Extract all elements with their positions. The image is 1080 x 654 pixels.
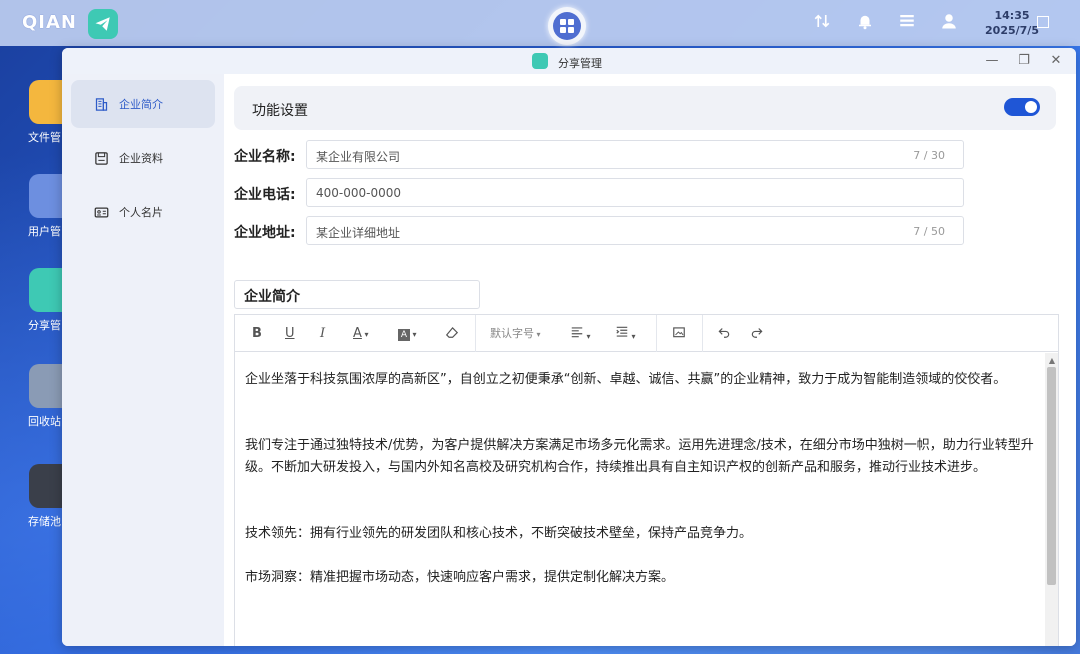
intro-title-input[interactable]: 企业简介 (234, 280, 480, 309)
sidebar-item-company-intro[interactable]: 企业简介 (71, 80, 215, 128)
window-title: 分享管理 (558, 57, 602, 70)
font-size-label: 默认字号 (490, 327, 534, 340)
editor-paragraph: 我们专注于通过独特技术/优势，为客户提供解决方案满足市场多元化需求。运用先进理念… (245, 438, 1034, 475)
clock-time: 14:35 (994, 9, 1030, 22)
show-desktop-icon[interactable] (1037, 16, 1049, 28)
sidebar-item-label: 企业简介 (119, 98, 163, 111)
user-account-icon[interactable] (938, 12, 960, 34)
italic-button[interactable]: I (320, 325, 325, 343)
align-left-icon (571, 327, 583, 338)
window-titlebar[interactable]: 分享管理 — ❐ ✕ (62, 48, 1076, 74)
building-icon (93, 96, 109, 112)
minimize-button[interactable]: — (983, 52, 1001, 70)
bold-button[interactable]: B (252, 325, 262, 343)
id-card-icon (93, 204, 109, 220)
scroll-up-arrow-icon[interactable]: ▲ (1049, 356, 1055, 365)
start-menu-button[interactable] (548, 7, 586, 45)
feature-enable-toggle[interactable] (1004, 98, 1040, 116)
redo-button[interactable] (750, 325, 764, 343)
clear-format-button[interactable] (445, 325, 459, 343)
maximize-button[interactable]: ❐ (1015, 52, 1033, 70)
align-button[interactable]: ▾ (570, 325, 591, 343)
company-address-label: 企业地址: (234, 225, 296, 241)
font-size-select[interactable]: 默认字号 ▾ (490, 325, 541, 343)
rich-text-editor: B U I A ▾ A ▾ 默认字号 ▾ ▾ ▾ 企业坐落于科技氛围浓厚的高新区… (234, 314, 1059, 646)
sidebar-item-label: 企业资料 (119, 152, 163, 165)
chevron-down-icon: ▾ (410, 330, 417, 339)
feature-settings-label: 功能设置 (252, 103, 308, 119)
chevron-down-icon: ▾ (629, 332, 636, 341)
company-phone-label: 企业电话: (234, 187, 296, 203)
chevron-down-icon: ▾ (361, 330, 369, 339)
editor-paragraph: 技术领先：拥有行业领先的研发团队和核心技术，不断突破技术壁垒，保持产品竞争力。 (245, 526, 753, 541)
toolbar-divider (702, 315, 703, 352)
indent-button[interactable]: ▾ (615, 325, 636, 343)
font-color-label: A (353, 326, 362, 341)
highlight-color-button[interactable]: A ▾ (398, 325, 417, 343)
chevron-down-icon: ▾ (534, 330, 541, 339)
image-icon (673, 327, 685, 338)
editor-paragraph (245, 413, 1035, 435)
os-logo: QIAN (22, 12, 77, 33)
undo-button[interactable] (717, 325, 731, 343)
redo-icon (751, 328, 763, 338)
underline-button[interactable]: U (285, 325, 295, 343)
editor-paragraph: 市场洞察：精准把握市场动态，快速响应客户需求，提供定制化解决方案。 (245, 570, 675, 585)
toolbar-divider (475, 315, 476, 352)
task-list-icon[interactable] (896, 12, 918, 34)
main-content: 功能设置 企业名称: 某企业有限公司 7 / 30 企业电话: 400-000-… (224, 74, 1076, 646)
share-app-icon (532, 53, 548, 69)
company-phone-row: 企业电话: 400-000-0000 (234, 178, 974, 208)
feature-settings-panel: 功能设置 (234, 86, 1056, 130)
company-address-placeholder: 某企业详细地址 (316, 226, 401, 240)
company-address-row: 企业地址: 某企业详细地址 7 / 50 (234, 216, 974, 246)
insert-image-button[interactable] (672, 325, 686, 343)
editor-paragraph (245, 501, 1035, 523)
char-count: 7 / 30 (913, 149, 945, 162)
notification-bell-icon[interactable] (854, 12, 876, 34)
editor-paragraph (245, 391, 1035, 413)
system-clock[interactable]: 14:35 2025/7/5 (980, 8, 1044, 38)
company-phone-placeholder: 400-000-0000 (316, 186, 402, 200)
toolbar-divider (656, 315, 657, 352)
sidebar-item-label: 个人名片 (119, 206, 163, 219)
font-color-button[interactable]: A ▾ (353, 325, 368, 343)
company-name-label: 企业名称: (234, 149, 296, 165)
indent-icon (616, 326, 628, 337)
close-button[interactable]: ✕ (1047, 52, 1065, 70)
eraser-icon (445, 327, 459, 338)
editor-paragraph: 企业坐落于科技氛围浓厚的高新区”，自创立之初便秉承“创新、卓越、诚信、共赢”的企… (245, 372, 1007, 387)
company-phone-input[interactable]: 400-000-0000 (306, 178, 964, 207)
taskbar-share-app-icon[interactable] (88, 9, 118, 39)
chevron-down-icon: ▾ (584, 332, 591, 341)
highlight-icon: A (398, 329, 410, 341)
company-name-input[interactable]: 某企业有限公司 7 / 30 (306, 140, 964, 169)
editor-toolbar: B U I A ▾ A ▾ 默认字号 ▾ ▾ ▾ (235, 315, 1058, 352)
sidebar-item-company-profile[interactable]: 企业资料 (71, 134, 215, 182)
company-name-placeholder: 某企业有限公司 (316, 150, 401, 164)
undo-icon (718, 328, 730, 338)
share-manager-window: 分享管理 — ❐ ✕ 企业简介 企业资料 个人名片 功能设置 企业名称: 某企业… (62, 48, 1076, 646)
editor-content[interactable]: 企业坐落于科技氛围浓厚的高新区”，自创立之初便秉承“创新、卓越、诚信、共赢”的企… (235, 353, 1045, 646)
sidebar-item-business-card[interactable]: 个人名片 (71, 188, 215, 236)
editor-paragraph (245, 479, 1035, 501)
editor-paragraph (245, 545, 1035, 567)
transfer-icon[interactable] (811, 12, 833, 34)
char-count: 7 / 50 (913, 225, 945, 238)
company-address-input[interactable]: 某企业详细地址 7 / 50 (306, 216, 964, 245)
company-name-row: 企业名称: 某企业有限公司 7 / 30 (234, 140, 974, 170)
clock-date: 2025/7/5 (985, 24, 1039, 37)
save-disk-icon (93, 150, 109, 166)
sidebar: 企业简介 企业资料 个人名片 (62, 74, 224, 646)
editor-scrollbar-thumb[interactable] (1047, 367, 1056, 585)
taskbar: QIAN 14:35 2025/7/5 (0, 0, 1080, 46)
